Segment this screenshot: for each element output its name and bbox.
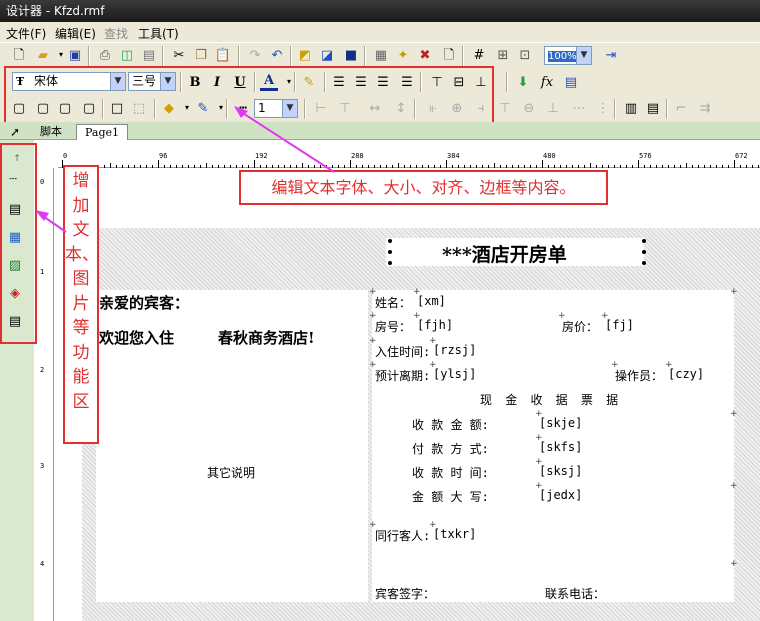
annotation-arrows	[35, 106, 335, 233]
arrow-line-right	[237, 109, 335, 173]
